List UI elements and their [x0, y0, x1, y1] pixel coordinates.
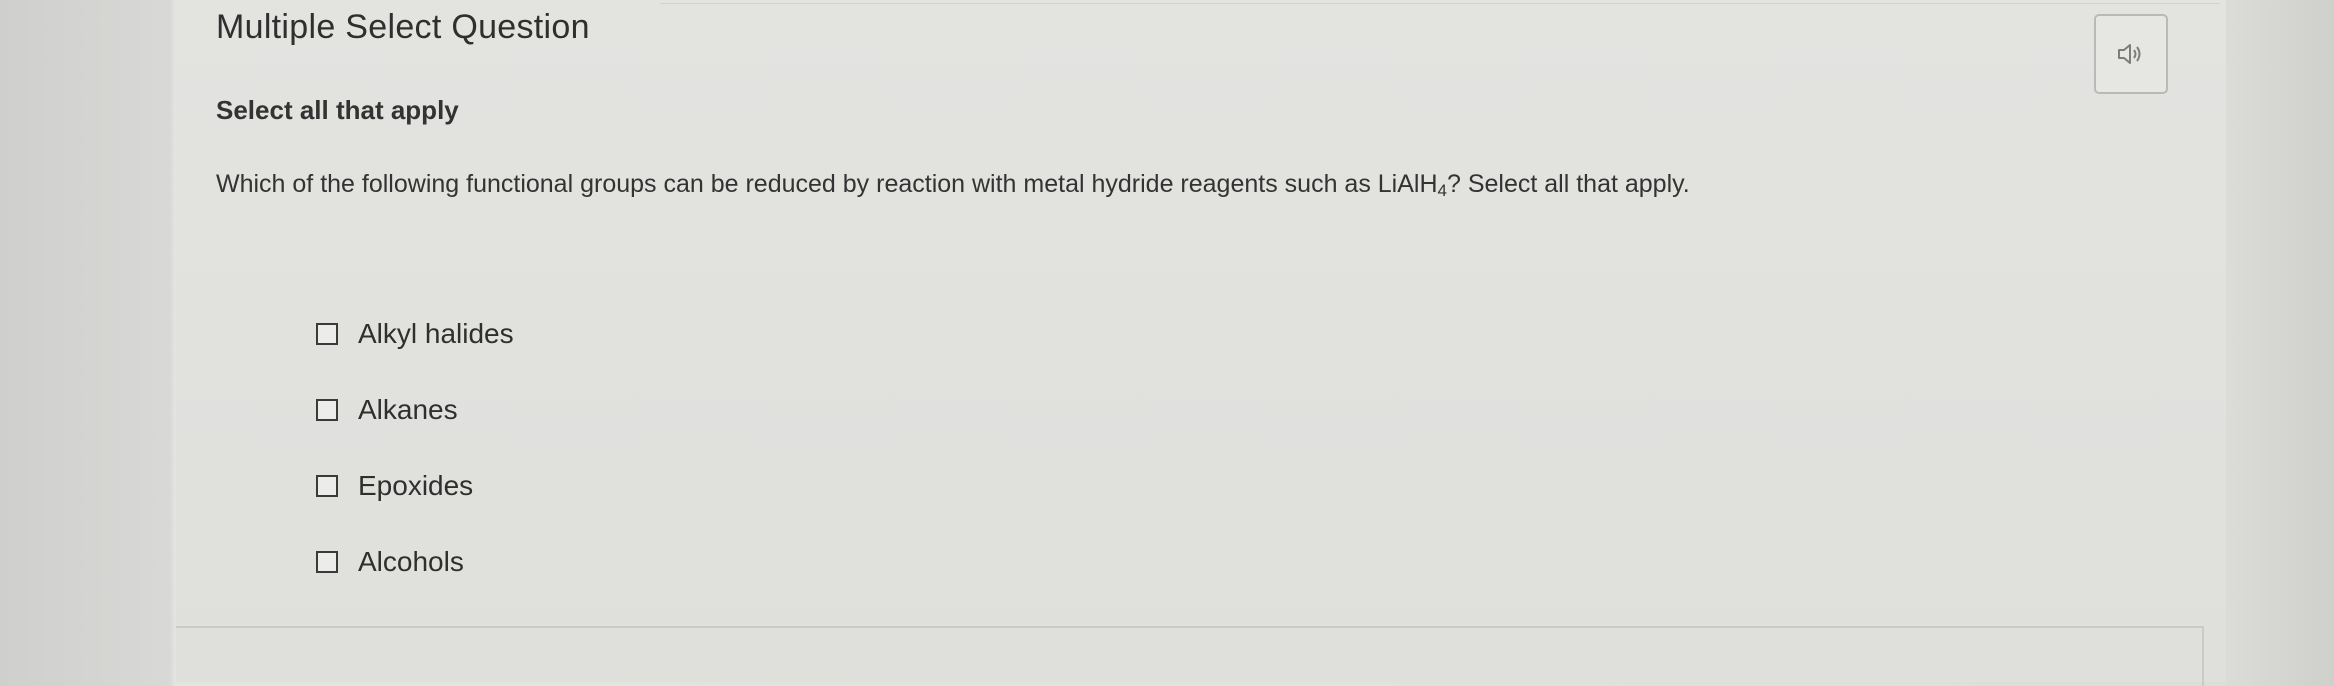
option-alkyl-halides[interactable]: Alkyl halides — [316, 316, 514, 352]
header-divider — [660, 3, 2220, 4]
option-alcohols[interactable]: Alcohols — [316, 544, 464, 580]
question-prompt-main: Which of the following functional groups… — [216, 170, 1438, 198]
next-section-border — [176, 626, 2204, 686]
option-label: Alcohols — [358, 546, 464, 577]
question-prompt: Which of the following functional groups… — [216, 170, 1690, 201]
option-label: Alkyl halides — [358, 318, 514, 349]
question-prompt-subscript: 4 — [1437, 181, 1447, 200]
option-checkbox[interactable] — [316, 323, 338, 345]
option-alkanes[interactable]: Alkanes — [316, 392, 458, 428]
option-label: Epoxides — [358, 470, 474, 501]
question-type-title: Multiple Select Question — [216, 8, 590, 46]
option-checkbox[interactable] — [316, 475, 338, 497]
speaker-icon — [2118, 44, 2141, 64]
read-aloud-button[interactable] — [2094, 14, 2168, 94]
option-label: Alkanes — [358, 394, 458, 425]
option-checkbox[interactable] — [316, 551, 338, 573]
option-epoxides[interactable]: Epoxides — [316, 468, 473, 504]
question-prompt-end: ? Select all that apply. — [1446, 170, 1690, 198]
instruction-text: Select all that apply — [216, 95, 459, 125]
option-checkbox[interactable] — [316, 399, 338, 421]
